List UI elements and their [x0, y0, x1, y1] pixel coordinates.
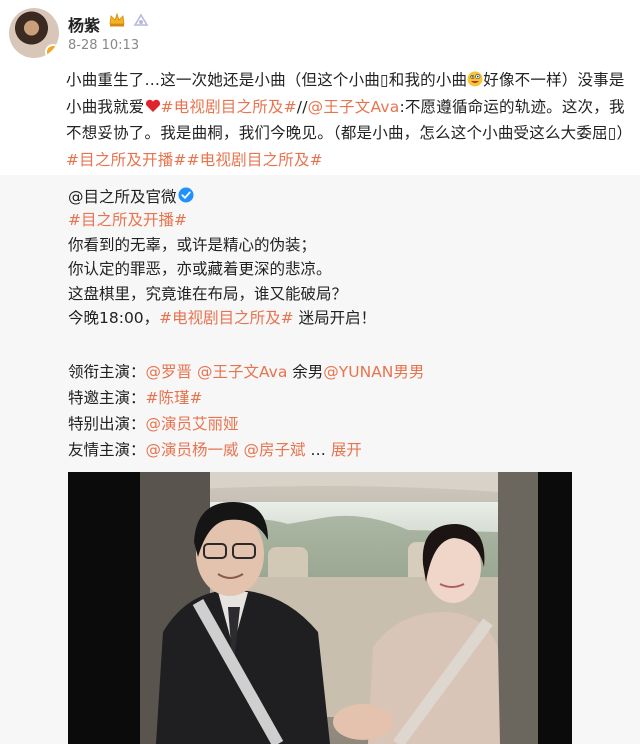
repost-line: 今晚18:00， [68, 309, 160, 327]
post-header: 杨紫 8-28 10:13 [0, 0, 640, 62]
cast-label: 特邀主演： [68, 389, 146, 407]
mention-link[interactable]: @YUNAN男男 [323, 363, 424, 381]
repost-line: 迷局开启！ [293, 309, 377, 327]
mention-link[interactable]: @演员艾丽娅 [146, 415, 239, 433]
cast-list: 领衔主演：@罗晋 @王子文Ava 余男@YUNAN男男 特邀主演：#陈瑾# 特别… [68, 359, 424, 463]
hashtag-link[interactable]: #目之所及开播# [66, 151, 187, 169]
repost-separator: // [296, 97, 308, 116]
video-frame [68, 472, 572, 744]
cast-label: 友情主演： [68, 441, 146, 459]
verified-badge-icon [178, 187, 194, 203]
mention-link[interactable]: @演员杨一威 [146, 441, 239, 459]
repost-body: #目之所及开播# 你看到的无辜，或许是精心的伪装； 你认定的罪恶，亦或藏着更深的… [68, 208, 376, 331]
crown-icon[interactable] [108, 12, 126, 28]
verified-badge-icon [45, 44, 59, 58]
hashtag-link[interactable]: #电视剧目之所及# [187, 151, 323, 169]
author-name[interactable]: 杨紫 [68, 12, 100, 36]
missing-glyph-icon: ▯ [380, 71, 389, 89]
mention-link[interactable]: @罗晋 [146, 363, 193, 381]
video-player[interactable] [68, 472, 572, 744]
repost-line: 你认定的罪恶，亦或藏着更深的悲凉。 [68, 260, 332, 278]
red-heart-icon [145, 99, 160, 112]
repost-line: 你看到的无辜，或许是精心的伪装； [68, 235, 317, 254]
post-text: 小曲重生了…这一次她还是小曲（但这个小曲 [66, 71, 381, 89]
cast-label: 领衔主演： [68, 363, 146, 381]
mention-link[interactable]: @王子文Ava [197, 363, 287, 381]
mention-link[interactable]: @王子文Ava [308, 98, 400, 116]
avatar[interactable] [9, 8, 59, 58]
cast-label: 特别出演： [68, 415, 146, 433]
missing-glyph-icon: ▯ [607, 124, 617, 142]
cast-name: 余男 [287, 363, 324, 381]
post-body: 小曲重生了…这一次她还是小曲（但这个小曲▯和我的小曲 好像不一样）没事是小曲我就爱… [66, 67, 634, 173]
repost-author[interactable]: @目之所及官微 [68, 185, 177, 207]
mention-link[interactable]: @房子斌 [243, 441, 305, 459]
fan-badge-icon[interactable] [132, 12, 150, 28]
repost-line: 这盘棋里，究竟谁在布局，谁又能破局？ [68, 284, 348, 303]
post-time: 8-28 10:13 [68, 38, 140, 53]
ellipsis: … [305, 441, 331, 459]
hashtag-link[interactable]: #目之所及开播# [68, 211, 187, 229]
hashtag-link[interactable]: #电视剧目之所及# [159, 309, 293, 327]
hashtag-link[interactable]: #陈瑾# [146, 389, 203, 407]
hashtag-link[interactable]: #电视剧目之所及# [161, 98, 297, 116]
repost-card[interactable]: @目之所及官微 #目之所及开播# 你看到的无辜，或许是精心的伪装； 你认定的罪恶… [0, 175, 640, 744]
crazy-face-emoji-icon [467, 71, 483, 87]
post-text: ） [616, 124, 633, 142]
expand-link[interactable]: 展开 [331, 441, 362, 459]
post-text: 和我的小曲 [388, 71, 468, 89]
